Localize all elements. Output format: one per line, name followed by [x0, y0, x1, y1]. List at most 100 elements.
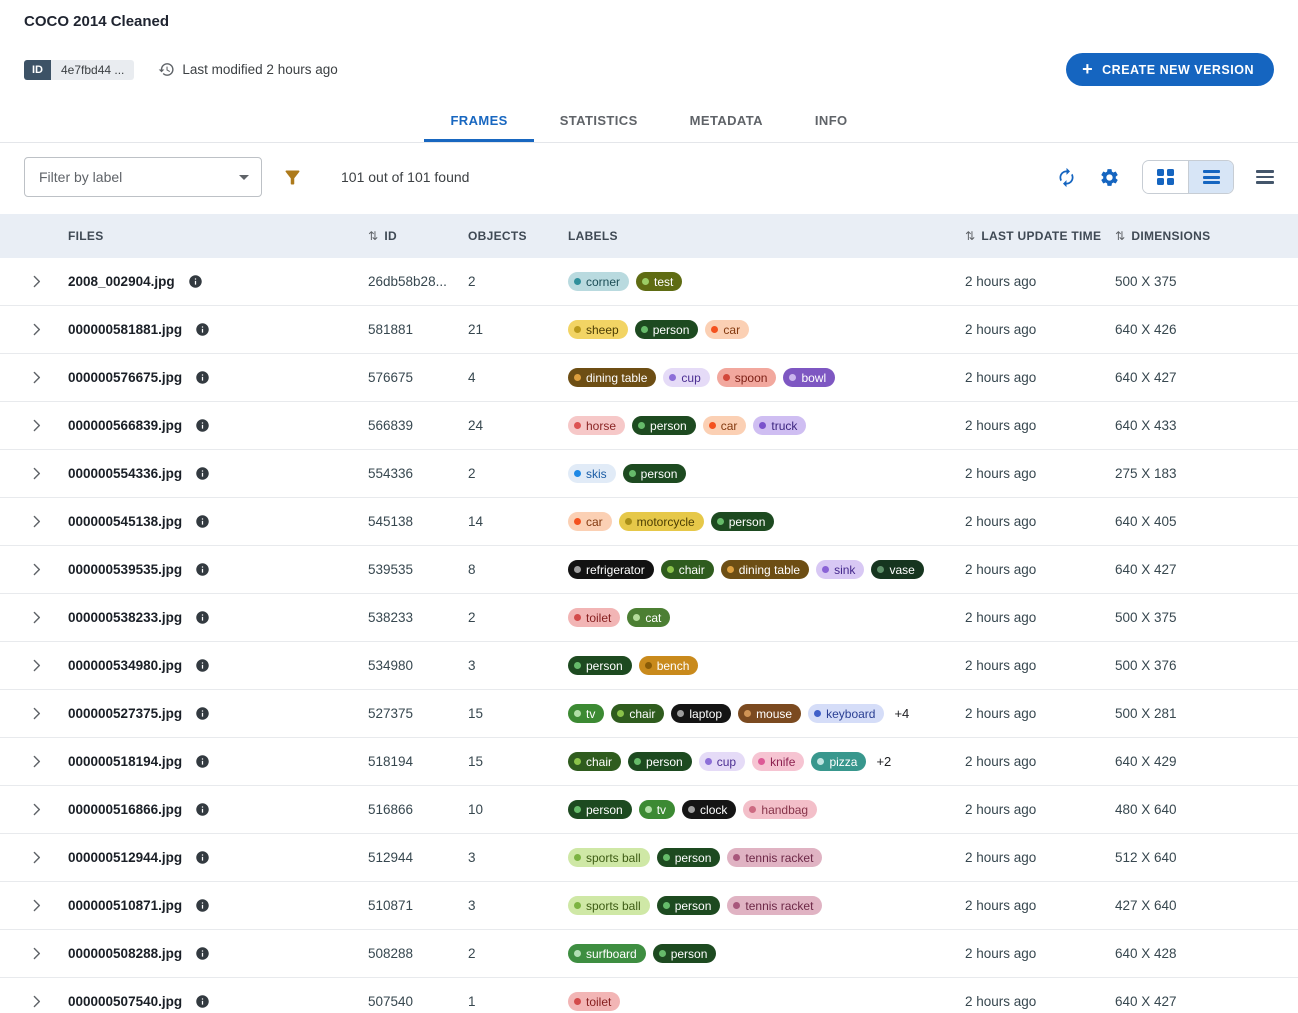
label-chip[interactable]: person [623, 464, 687, 483]
more-labels-count[interactable]: +4 [894, 706, 909, 721]
label-chip[interactable]: motorcycle [619, 512, 704, 531]
tab-statistics[interactable]: STATISTICS [534, 99, 664, 142]
tab-metadata[interactable]: METADATA [664, 99, 789, 142]
expand-chevron-icon[interactable] [28, 417, 45, 434]
expand-chevron-icon[interactable] [28, 849, 45, 866]
column-labels[interactable]: LABELS [568, 229, 965, 243]
list-view-button[interactable] [1188, 161, 1233, 193]
more-labels-count[interactable]: +2 [876, 754, 891, 769]
label-chip[interactable]: horse [568, 416, 625, 435]
table-row[interactable]: 000000545138.jpg 545138 14 carmotorcycle… [0, 498, 1298, 546]
table-row[interactable]: 000000576675.jpg 576675 4 dining tablecu… [0, 354, 1298, 402]
info-icon[interactable] [195, 706, 210, 721]
label-chip[interactable]: person [657, 848, 721, 867]
file-name[interactable]: 000000510871.jpg [68, 898, 182, 913]
label-chip[interactable]: spoon [717, 368, 777, 387]
label-chip[interactable]: tennis racket [727, 896, 822, 915]
label-chip[interactable]: sheep [568, 320, 628, 339]
refresh-button[interactable] [1056, 167, 1077, 188]
label-chip[interactable]: toilet [568, 992, 620, 1011]
label-chip[interactable]: person [635, 320, 699, 339]
column-dimensions[interactable]: ⇅ DIMENSIONS [1115, 229, 1298, 243]
file-name[interactable]: 000000512944.jpg [68, 850, 182, 865]
file-name[interactable]: 000000581881.jpg [68, 322, 182, 337]
info-icon[interactable] [195, 322, 210, 337]
create-new-version-button[interactable]: + CREATE NEW VERSION [1066, 53, 1274, 86]
table-row[interactable]: 000000581881.jpg 581881 21 sheeppersonca… [0, 306, 1298, 354]
table-row[interactable]: 000000510871.jpg 510871 3 sports ballper… [0, 882, 1298, 930]
file-name[interactable]: 000000545138.jpg [68, 514, 182, 529]
table-row[interactable]: 000000507540.jpg 507540 1 toilet 2 hours… [0, 978, 1298, 1013]
tab-info[interactable]: INFO [789, 99, 874, 142]
expand-chevron-icon[interactable] [28, 465, 45, 482]
file-name[interactable]: 2008_002904.jpg [68, 274, 175, 289]
filter-icon[interactable] [282, 167, 303, 188]
expand-chevron-icon[interactable] [28, 513, 45, 530]
file-name[interactable]: 000000518194.jpg [68, 754, 182, 769]
label-chip[interactable]: chair [611, 704, 664, 723]
table-row[interactable]: 000000527375.jpg 527375 15 tvchairlaptop… [0, 690, 1298, 738]
table-row[interactable]: 2008_002904.jpg 26db58b28... 2 cornertes… [0, 258, 1298, 306]
label-chip[interactable]: laptop [671, 704, 731, 723]
label-chip[interactable]: keyboard [808, 704, 884, 723]
file-name[interactable]: 000000507540.jpg [68, 994, 182, 1009]
expand-chevron-icon[interactable] [28, 321, 45, 338]
expand-chevron-icon[interactable] [28, 561, 45, 578]
info-icon[interactable] [195, 850, 210, 865]
label-chip[interactable]: car [703, 416, 747, 435]
expand-chevron-icon[interactable] [28, 753, 45, 770]
expand-chevron-icon[interactable] [28, 801, 45, 818]
expand-chevron-icon[interactable] [28, 705, 45, 722]
label-chip[interactable]: surfboard [568, 944, 646, 963]
expand-chevron-icon[interactable] [28, 609, 45, 626]
file-name[interactable]: 000000527375.jpg [68, 706, 182, 721]
column-objects[interactable]: OBJECTS [468, 229, 568, 243]
label-chip[interactable]: person [711, 512, 775, 531]
label-chip[interactable]: handbag [743, 800, 817, 819]
file-name[interactable]: 000000534980.jpg [68, 658, 182, 673]
label-chip[interactable]: tennis racket [727, 848, 822, 867]
label-chip[interactable]: toilet [568, 608, 620, 627]
info-icon[interactable] [195, 994, 210, 1009]
label-chip[interactable]: truck [753, 416, 806, 435]
label-chip[interactable]: person [657, 896, 721, 915]
info-icon[interactable] [195, 562, 210, 577]
table-row[interactable]: 000000516866.jpg 516866 10 persontvclock… [0, 786, 1298, 834]
tab-frames[interactable]: FRAMES [424, 99, 533, 142]
label-chip[interactable]: knife [752, 752, 804, 771]
menu-button[interactable] [1256, 167, 1274, 187]
label-chip[interactable]: pizza [811, 752, 866, 771]
info-icon[interactable] [195, 754, 210, 769]
info-icon[interactable] [195, 802, 210, 817]
info-icon[interactable] [195, 466, 210, 481]
label-chip[interactable]: sink [816, 560, 864, 579]
label-chip[interactable]: person [568, 656, 632, 675]
label-chip[interactable]: person [568, 800, 632, 819]
table-row[interactable]: 000000538233.jpg 538233 2 toiletcat 2 ho… [0, 594, 1298, 642]
table-row[interactable]: 000000518194.jpg 518194 15 chairpersoncu… [0, 738, 1298, 786]
label-chip[interactable]: dining table [721, 560, 809, 579]
label-chip[interactable]: chair [661, 560, 714, 579]
label-chip[interactable]: corner [568, 272, 629, 291]
expand-chevron-icon[interactable] [28, 273, 45, 290]
table-row[interactable]: 000000512944.jpg 512944 3 sports ballper… [0, 834, 1298, 882]
label-chip[interactable]: tv [639, 800, 675, 819]
file-name[interactable]: 000000566839.jpg [68, 418, 182, 433]
label-chip[interactable]: skis [568, 464, 616, 483]
table-row[interactable]: 000000539535.jpg 539535 8 refrigeratorch… [0, 546, 1298, 594]
label-chip[interactable]: person [628, 752, 692, 771]
label-chip[interactable]: bench [639, 656, 699, 675]
file-name[interactable]: 000000538233.jpg [68, 610, 182, 625]
label-chip[interactable]: car [568, 512, 612, 531]
info-icon[interactable] [195, 946, 210, 961]
label-chip[interactable]: person [653, 944, 717, 963]
column-last-update-time[interactable]: ⇅ LAST UPDATE TIME [965, 229, 1115, 243]
column-files[interactable]: FILES [68, 229, 368, 243]
info-icon[interactable] [195, 418, 210, 433]
expand-chevron-icon[interactable] [28, 945, 45, 962]
settings-gear-button[interactable] [1099, 167, 1120, 188]
label-chip[interactable]: sports ball [568, 848, 650, 867]
label-chip[interactable]: cup [699, 752, 745, 771]
label-chip[interactable]: bowl [783, 368, 835, 387]
table-row[interactable]: 000000566839.jpg 566839 24 horsepersonca… [0, 402, 1298, 450]
